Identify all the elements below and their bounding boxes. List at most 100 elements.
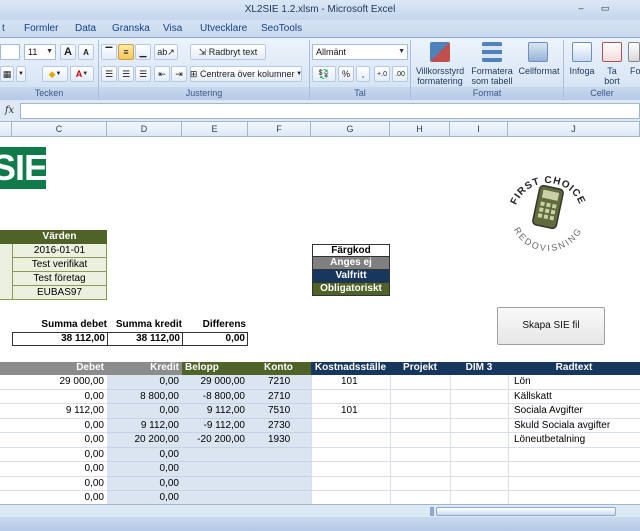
format-table-icon[interactable] xyxy=(482,42,502,62)
merge-center-button[interactable]: ⊞ Centrera över kolumner ▼ xyxy=(190,66,302,82)
cell-amount[interactable]: -9 112,00 xyxy=(182,419,248,434)
cell-debit[interactable]: 0,00 xyxy=(12,419,107,434)
wrap-text-button[interactable]: ⇲ Radbryt text xyxy=(190,44,266,60)
insert-cells-icon[interactable] xyxy=(572,42,592,62)
cell-credit[interactable]: 0,00 xyxy=(107,462,182,477)
insert-label[interactable]: Infoga xyxy=(566,66,598,76)
thousands-separator-button[interactable]: , xyxy=(356,66,370,82)
cell-cost-center[interactable] xyxy=(311,419,390,434)
align-center-button[interactable]: ☰ xyxy=(118,66,134,82)
cell-account[interactable]: 7510 xyxy=(248,404,311,419)
cell-cost-center[interactable] xyxy=(311,477,390,492)
cell-styles-icon[interactable] xyxy=(528,42,548,62)
cell-row-text[interactable]: Sociala Avgifter xyxy=(508,404,640,419)
cell-credit[interactable]: 8 800,00 xyxy=(107,390,182,405)
cell-cost-center[interactable]: 101 xyxy=(311,375,390,390)
cell-row-text[interactable] xyxy=(508,477,640,492)
cell-amount[interactable] xyxy=(182,477,248,492)
conditional-format-icon[interactable] xyxy=(430,42,450,62)
maximize-button[interactable]: ▭ xyxy=(598,3,612,15)
cell-account[interactable]: 2710 xyxy=(248,390,311,405)
format-table-label[interactable]: Formatera som tabell xyxy=(468,66,516,86)
cell-row-text[interactable] xyxy=(508,462,640,477)
font-name-combo[interactable] xyxy=(0,44,20,60)
cell-debit[interactable]: 9 112,00 xyxy=(12,404,107,419)
tab-formulas[interactable]: Formler xyxy=(24,23,58,34)
function-icon[interactable]: fx xyxy=(2,103,17,118)
cell-account[interactable]: 2730 xyxy=(248,419,311,434)
tab-seotools[interactable]: SeoTools xyxy=(261,23,302,34)
value-verification[interactable]: Test verifikat xyxy=(12,258,107,272)
cell-credit[interactable]: 20 200,00 xyxy=(107,433,182,448)
number-format-combo[interactable]: Allmänt ▼ xyxy=(312,44,408,60)
cell-styles-label[interactable]: Cellformat xyxy=(518,66,560,76)
cell-credit[interactable]: 0,00 xyxy=(107,448,182,463)
cell-debit[interactable]: 0,00 xyxy=(12,477,107,492)
cell-account[interactable] xyxy=(248,477,311,492)
column-header-h[interactable]: H xyxy=(390,122,450,137)
cell-row-text[interactable]: Skuld Sociala avgifter xyxy=(508,419,640,434)
align-middle-button[interactable]: ≡ xyxy=(118,44,134,60)
value-company[interactable]: Test företag xyxy=(12,272,107,286)
column-header-d[interactable]: D xyxy=(107,122,182,137)
borders-dropdown[interactable]: ▼ xyxy=(16,66,26,82)
column-header-e[interactable]: E xyxy=(182,122,248,137)
scroll-split-handle[interactable] xyxy=(430,507,434,516)
tab-developer[interactable]: Utvecklare xyxy=(200,23,247,34)
cell-debit[interactable]: 0,00 xyxy=(12,491,107,504)
cell-row-text[interactable]: Löneutbetalning xyxy=(508,433,640,448)
cell-debit[interactable]: 0,00 xyxy=(12,433,107,448)
create-sie-file-button[interactable]: Skapa SIE fil xyxy=(497,307,605,345)
cell-account[interactable]: 7210 xyxy=(248,375,311,390)
cell-debit[interactable]: 0,00 xyxy=(12,390,107,405)
grow-font-button[interactable]: A xyxy=(60,44,76,60)
minimize-button[interactable]: – xyxy=(574,3,588,15)
column-header-f[interactable]: F xyxy=(248,122,311,137)
scrollbar-thumb[interactable] xyxy=(436,507,616,516)
cell-cost-center[interactable]: 101 xyxy=(311,404,390,419)
worksheet[interactable]: SIE FIRST CHOICE REDOVISNING Värden 2016… xyxy=(0,137,640,504)
cell-debit[interactable]: 0,00 xyxy=(12,462,107,477)
value-date[interactable]: 2016-01-01 xyxy=(12,244,107,258)
formula-input[interactable] xyxy=(20,103,640,119)
increase-indent-button[interactable]: ⇥ xyxy=(171,66,187,82)
column-header-i[interactable]: I xyxy=(450,122,508,137)
cell-debit[interactable]: 0,00 xyxy=(12,448,107,463)
cell-account[interactable] xyxy=(248,448,311,463)
cell-credit[interactable]: 0,00 xyxy=(107,375,182,390)
cell-amount[interactable]: 29 000,00 xyxy=(182,375,248,390)
align-top-button[interactable]: ▔ xyxy=(101,44,117,60)
value-chart-of-accounts[interactable]: EUBAS97 xyxy=(12,286,107,300)
percent-button[interactable]: % xyxy=(338,66,354,82)
cell-cost-center[interactable] xyxy=(311,462,390,477)
cell-account[interactable]: 1930 xyxy=(248,433,311,448)
cell-row-text[interactable]: Lön xyxy=(508,375,640,390)
format-cells-label[interactable]: Fo xyxy=(630,66,640,76)
cell-cost-center[interactable] xyxy=(311,433,390,448)
cell-row-text[interactable]: Källskatt xyxy=(508,390,640,405)
delete-label[interactable]: Ta bort xyxy=(600,66,624,86)
cell-cost-center[interactable] xyxy=(311,390,390,405)
font-color-button[interactable]: A ▼ xyxy=(70,66,94,82)
align-right-button[interactable]: ☰ xyxy=(135,66,151,82)
cell-row-text[interactable] xyxy=(508,491,640,504)
tab-insert[interactable]: t xyxy=(2,23,5,34)
cell-amount[interactable]: 9 112,00 xyxy=(182,404,248,419)
align-bottom-button[interactable]: ▁ xyxy=(135,44,151,60)
cell-credit[interactable]: 0,00 xyxy=(107,404,182,419)
column-header-b[interactable] xyxy=(0,122,12,137)
delete-cells-icon[interactable] xyxy=(602,42,622,62)
cell-account[interactable] xyxy=(248,462,311,477)
decrease-indent-button[interactable]: ⇤ xyxy=(154,66,170,82)
align-left-button[interactable]: ☰ xyxy=(101,66,117,82)
column-header-g[interactable]: G xyxy=(311,122,390,137)
cell-row-text[interactable] xyxy=(508,448,640,463)
tab-data[interactable]: Data xyxy=(75,23,96,34)
cell-cost-center[interactable] xyxy=(311,491,390,504)
cell-credit[interactable]: 9 112,00 xyxy=(107,419,182,434)
font-size-combo[interactable]: 11 ▼ xyxy=(24,44,56,60)
format-cells-icon[interactable] xyxy=(628,42,640,62)
conditional-format-label[interactable]: Villkorsstyrd formatering xyxy=(414,66,466,86)
decrease-decimal-button[interactable]: .00 xyxy=(392,66,408,82)
tab-review[interactable]: Granska xyxy=(112,23,150,34)
